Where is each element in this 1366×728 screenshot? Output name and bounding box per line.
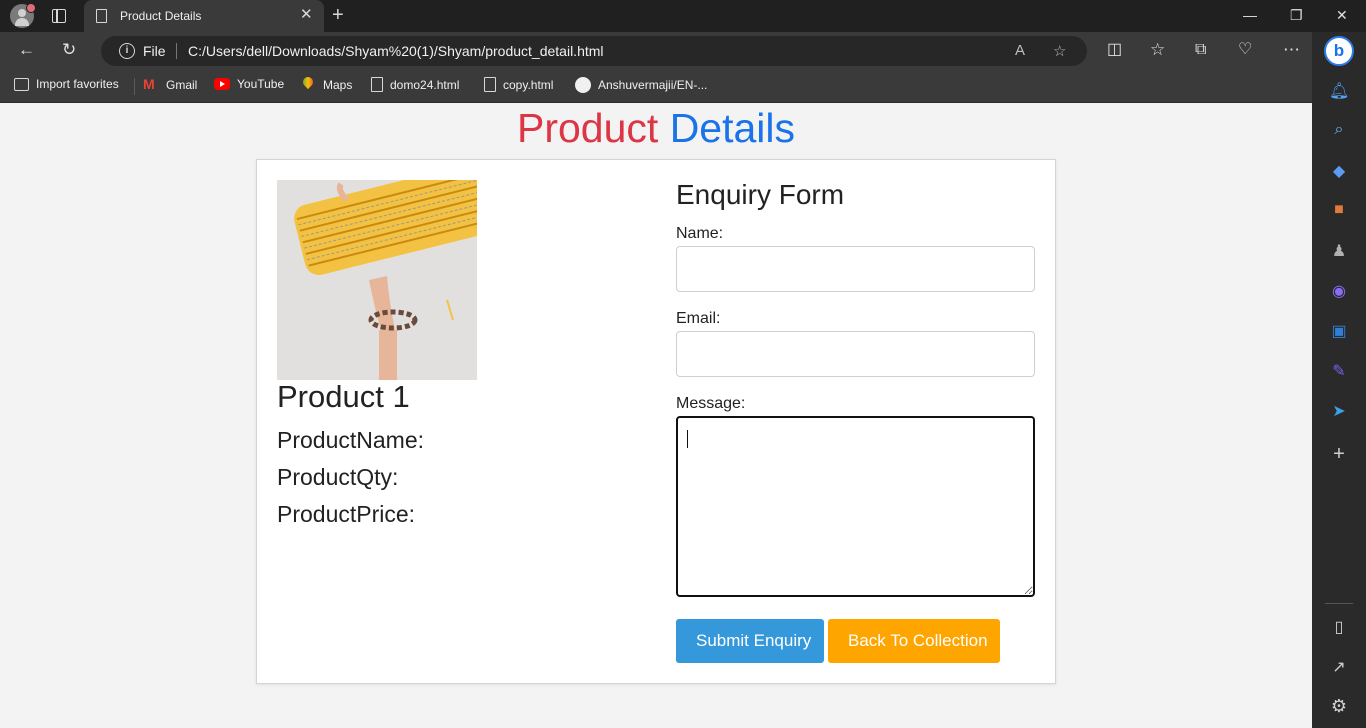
read-aloud-icon[interactable]: A [1015,42,1025,59]
split-screen-icon[interactable]: ◫ [1107,40,1122,60]
add-app-icon[interactable]: + [1329,443,1349,466]
address-url[interactable]: C:/Users/dell/Downloads/Shyam%20(1)/Shya… [188,43,604,59]
outlook-icon[interactable]: ▣ [1329,321,1349,341]
profile-avatar-icon[interactable] [10,3,36,28]
submit-enquiry-button[interactable]: Submit Enquiry [676,619,824,663]
name-label: Name: [676,225,724,242]
favorites-icon[interactable]: ☆ [1150,40,1165,60]
back-arrow-icon[interactable]: ← [18,40,35,60]
maps-icon [300,77,316,93]
copilot-icon[interactable]: ◉ [1329,281,1349,301]
favorite-github[interactable]: Anshuvermajii/EN-... [575,77,707,93]
close-window-button[interactable]: ✕ [1336,6,1348,24]
search-icon[interactable]: ⌕ [1329,121,1349,139]
product-price-label: ProductPrice: [277,501,416,527]
browser-toolbar: ← ↻ i File C:/Users/dell/Downloads/Shyam… [0,32,1366,70]
text-caret [687,430,688,448]
info-icon[interactable]: i [119,43,135,59]
youtube-icon [214,78,230,90]
edge-sidebar: 🔔︎ ⌕ ◆ ■ ♟ ◉ ▣ ✎ ➤ + ▯ ↗ ⚙ [1312,32,1366,728]
hide-sidebar-icon[interactable]: ▯ [1329,617,1349,637]
designer-icon[interactable]: ✎ [1329,361,1349,381]
close-tab-icon[interactable]: ✕ [300,7,313,23]
enquiry-form-title: Enquiry Form [676,179,845,210]
notification-bell-icon[interactable]: 🔔︎ [1329,81,1349,101]
sidebar-divider [1325,603,1353,604]
page-title: Product Details [0,104,1312,152]
refresh-icon[interactable]: ↻ [62,40,76,60]
shopping-tag-icon[interactable]: ◆ [1329,161,1349,181]
favorite-domo24[interactable]: domo24.html [371,77,459,92]
maximize-button[interactable]: ❐ [1290,6,1303,24]
page-icon [484,77,496,92]
favorite-label: YouTube [237,77,285,91]
games-icon[interactable]: ♟ [1329,241,1349,261]
favorite-star-icon[interactable]: ☆ [1053,42,1066,60]
drop-icon[interactable]: ➤ [1329,401,1349,421]
minimize-button[interactable]: — [1243,6,1257,24]
product-card: Product 1 ProductName: ProductQty: Produ… [256,159,1056,684]
email-label: Email: [676,310,721,327]
message-label: Message: [676,395,746,412]
product-image [277,180,477,380]
favorites-divider [134,78,135,95]
page-icon [96,9,107,23]
back-to-collection-button[interactable]: Back To Collection [828,619,1000,663]
favorite-gmail[interactable]: Gmail [143,76,198,93]
settings-gear-icon[interactable]: ⚙ [1329,696,1349,717]
favorite-import[interactable]: Import favorites [14,77,119,91]
tab-actions-icon[interactable] [52,9,66,23]
favorite-label: domo24.html [390,77,460,92]
page-viewport: Product Details Product 1 ProductName: P… [0,103,1312,728]
tab-title: Product Details [120,9,202,23]
favorite-label: Anshuvermajii/EN-... [598,78,708,92]
gmail-icon [143,76,159,93]
more-options-icon[interactable]: ⋯ [1283,40,1300,60]
address-bar[interactable]: i File C:/Users/dell/Downloads/Shyam%20(… [101,36,1087,66]
favorite-label: Import favorites [36,77,119,91]
bing-copilot-icon[interactable]: b [1324,36,1354,66]
name-input[interactable] [676,246,1035,292]
favorites-bar: Import favorites Gmail YouTube Maps domo… [0,70,1312,103]
new-tab-button[interactable]: + [332,4,344,26]
github-icon [575,77,591,93]
favorite-youtube[interactable]: YouTube [214,77,284,91]
open-external-icon[interactable]: ↗ [1329,657,1349,677]
product-heading: Product 1 [277,379,410,414]
import-icon [14,77,29,91]
email-input[interactable] [676,331,1035,377]
browser-tab[interactable]: Product Details ✕ [84,0,324,32]
browser-essentials-icon[interactable]: ♡ [1238,40,1252,60]
message-textarea[interactable] [676,416,1035,597]
address-scheme: File [143,43,166,59]
page-title-details: Details [669,105,796,151]
address-divider [176,43,177,59]
browser-titlebar: Product Details ✕ + — ❐ ✕ [0,0,1366,32]
collections-icon[interactable]: ⧉ [1195,40,1206,60]
favorite-label: copy.html [503,77,554,92]
favorite-copy[interactable]: copy.html [484,77,553,92]
favorite-label: Gmail [166,78,198,92]
tools-briefcase-icon[interactable]: ■ [1329,201,1349,219]
favorite-label: Maps [323,78,353,92]
page-icon [371,77,383,92]
favorite-maps[interactable]: Maps [300,77,352,93]
product-name-label: ProductName: [277,427,425,453]
page-title-product: Product [516,105,659,151]
product-qty-label: ProductQty: [277,464,399,490]
